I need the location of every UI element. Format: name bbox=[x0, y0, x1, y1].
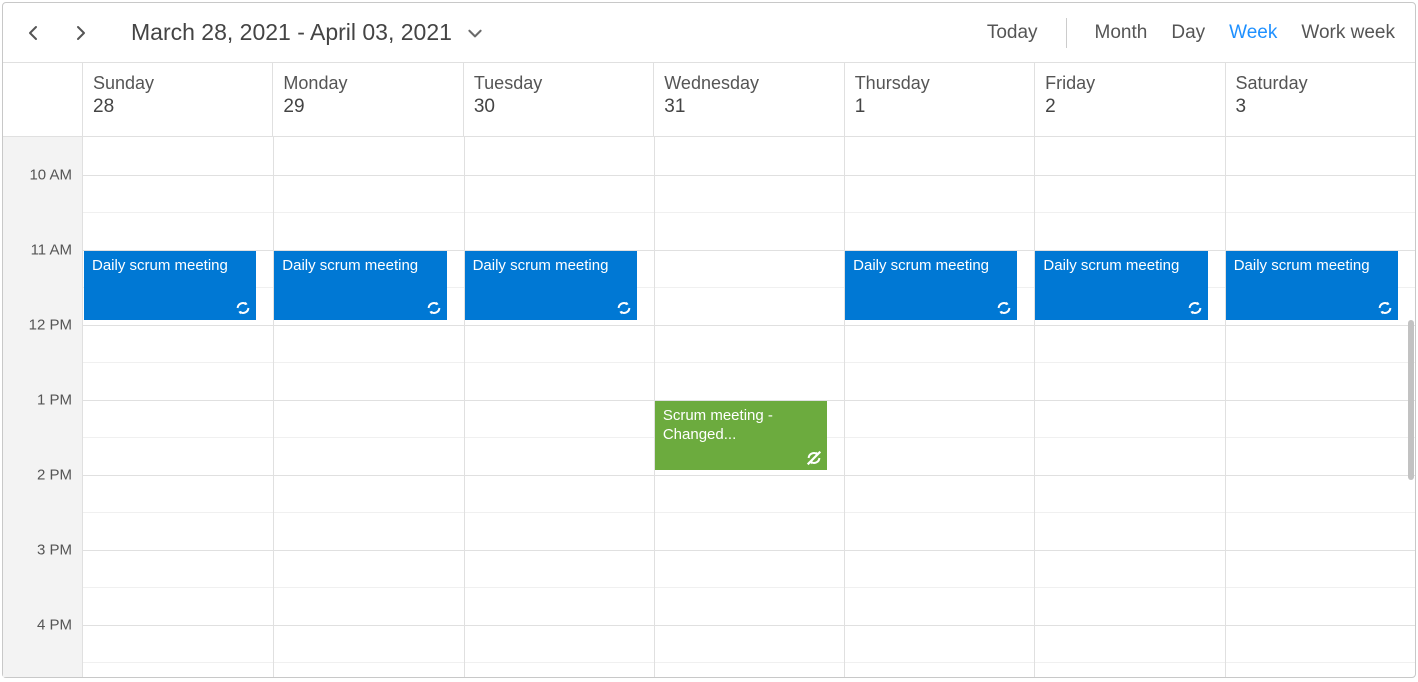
time-label: 12 PM bbox=[29, 316, 72, 333]
recurring-icon bbox=[425, 299, 443, 317]
calendar-container: March 28, 2021 - April 03, 2021 Today Mo… bbox=[2, 2, 1416, 678]
half-hour-line bbox=[83, 362, 1415, 363]
calendar-event[interactable]: Daily scrum meeting bbox=[84, 251, 256, 320]
calendar-grid[interactable]: 10 AM 11 AM 12 PM 1 PM 2 PM 3 PM 4 PM Daily sc… bbox=[3, 137, 1415, 677]
recurring-icon bbox=[1376, 299, 1394, 317]
day-name: Wednesday bbox=[664, 73, 833, 94]
time-label: 3 PM bbox=[37, 541, 72, 558]
day-number: 2 bbox=[1045, 96, 1214, 118]
day-number: 28 bbox=[93, 96, 262, 118]
date-range-label: March 28, 2021 - April 03, 2021 bbox=[131, 19, 452, 46]
day-column-line bbox=[844, 137, 845, 677]
day-name: Saturday bbox=[1236, 73, 1405, 94]
recurring-icon bbox=[234, 299, 252, 317]
recurring-icon bbox=[425, 299, 443, 317]
day-name: Friday bbox=[1045, 73, 1214, 94]
day-header-wednesday[interactable]: Wednesday 31 bbox=[654, 63, 844, 136]
time-gutter-header bbox=[3, 63, 83, 136]
event-title: Daily scrum meeting bbox=[473, 256, 629, 276]
half-hour-line bbox=[83, 587, 1415, 588]
day-number: 1 bbox=[855, 96, 1024, 118]
day-number: 30 bbox=[474, 96, 643, 118]
hour-line bbox=[83, 325, 1415, 326]
divider bbox=[1066, 18, 1067, 48]
event-title: Daily scrum meeting bbox=[853, 256, 1009, 276]
day-column-line bbox=[464, 137, 465, 677]
time-gutter: 10 AM 11 AM 12 PM 1 PM 2 PM 3 PM 4 PM bbox=[3, 137, 83, 677]
event-title: Daily scrum meeting bbox=[282, 256, 438, 276]
recurring-exception-icon bbox=[805, 449, 823, 467]
view-week[interactable]: Week bbox=[1229, 22, 1277, 44]
day-name: Thursday bbox=[855, 73, 1024, 94]
date-range-picker[interactable]: March 28, 2021 - April 03, 2021 bbox=[131, 19, 484, 46]
time-label: 2 PM bbox=[37, 466, 72, 483]
day-header-monday[interactable]: Monday 29 bbox=[273, 63, 463, 136]
event-title: Daily scrum meeting bbox=[92, 256, 248, 276]
recurring-icon bbox=[1186, 299, 1204, 317]
day-header-thursday[interactable]: Thursday 1 bbox=[845, 63, 1035, 136]
hour-line bbox=[83, 475, 1415, 476]
view-work-week[interactable]: Work week bbox=[1301, 22, 1395, 44]
recurring-icon bbox=[995, 299, 1013, 317]
time-label: 10 AM bbox=[29, 166, 72, 183]
day-column-line bbox=[1034, 137, 1035, 677]
event-title: Scrum meeting - Changed... bbox=[663, 406, 819, 445]
week-header: Sunday 28 Monday 29 Tuesday 30 Wednesday… bbox=[3, 63, 1415, 137]
day-column-line bbox=[1225, 137, 1226, 677]
day-header-tuesday[interactable]: Tuesday 30 bbox=[464, 63, 654, 136]
day-header-friday[interactable]: Friday 2 bbox=[1035, 63, 1225, 136]
recurring-icon bbox=[234, 299, 252, 317]
calendar-event[interactable]: Daily scrum meeting bbox=[1226, 251, 1398, 320]
day-name: Tuesday bbox=[474, 73, 643, 94]
day-name: Sunday bbox=[93, 73, 262, 94]
calendar-event[interactable]: Daily scrum meeting bbox=[274, 251, 446, 320]
view-month[interactable]: Month bbox=[1095, 22, 1148, 44]
toolbar: March 28, 2021 - April 03, 2021 Today Mo… bbox=[3, 3, 1415, 63]
scrollbar-thumb[interactable] bbox=[1408, 320, 1414, 480]
event-title: Daily scrum meeting bbox=[1043, 256, 1199, 276]
chevron-left-icon bbox=[25, 25, 41, 41]
calendar-event[interactable]: Daily scrum meeting bbox=[1035, 251, 1207, 320]
recurring-exception-icon bbox=[805, 449, 823, 467]
day-name: Monday bbox=[283, 73, 452, 94]
day-number: 31 bbox=[664, 96, 833, 118]
calendar-event[interactable]: Daily scrum meeting bbox=[845, 251, 1017, 320]
time-label: 4 PM bbox=[37, 616, 72, 633]
view-day[interactable]: Day bbox=[1171, 22, 1205, 44]
calendar-event[interactable]: Scrum meeting - Changed... bbox=[655, 401, 827, 470]
view-controls: Today Month Day Week Work week bbox=[987, 18, 1395, 48]
time-label: 1 PM bbox=[37, 391, 72, 408]
day-number: 3 bbox=[1236, 96, 1405, 118]
next-button[interactable] bbox=[71, 23, 91, 43]
time-label: 11 AM bbox=[31, 241, 72, 258]
recurring-icon bbox=[615, 299, 633, 317]
half-hour-line bbox=[83, 662, 1415, 663]
today-button[interactable]: Today bbox=[987, 22, 1038, 44]
prev-button[interactable] bbox=[23, 23, 43, 43]
recurring-icon bbox=[1376, 299, 1394, 317]
nav-arrows bbox=[23, 23, 91, 43]
day-column-line bbox=[273, 137, 274, 677]
event-title: Daily scrum meeting bbox=[1234, 256, 1390, 276]
day-header-sunday[interactable]: Sunday 28 bbox=[83, 63, 273, 136]
recurring-icon bbox=[1186, 299, 1204, 317]
chevron-down-icon bbox=[466, 24, 484, 42]
hour-line bbox=[83, 625, 1415, 626]
hour-line bbox=[83, 550, 1415, 551]
chevron-right-icon bbox=[73, 25, 89, 41]
recurring-icon bbox=[995, 299, 1013, 317]
hour-line bbox=[83, 175, 1415, 176]
day-number: 29 bbox=[283, 96, 452, 118]
half-hour-line bbox=[83, 212, 1415, 213]
half-hour-line bbox=[83, 512, 1415, 513]
calendar-event[interactable]: Daily scrum meeting bbox=[465, 251, 637, 320]
day-header-saturday[interactable]: Saturday 3 bbox=[1226, 63, 1415, 136]
recurring-icon bbox=[615, 299, 633, 317]
